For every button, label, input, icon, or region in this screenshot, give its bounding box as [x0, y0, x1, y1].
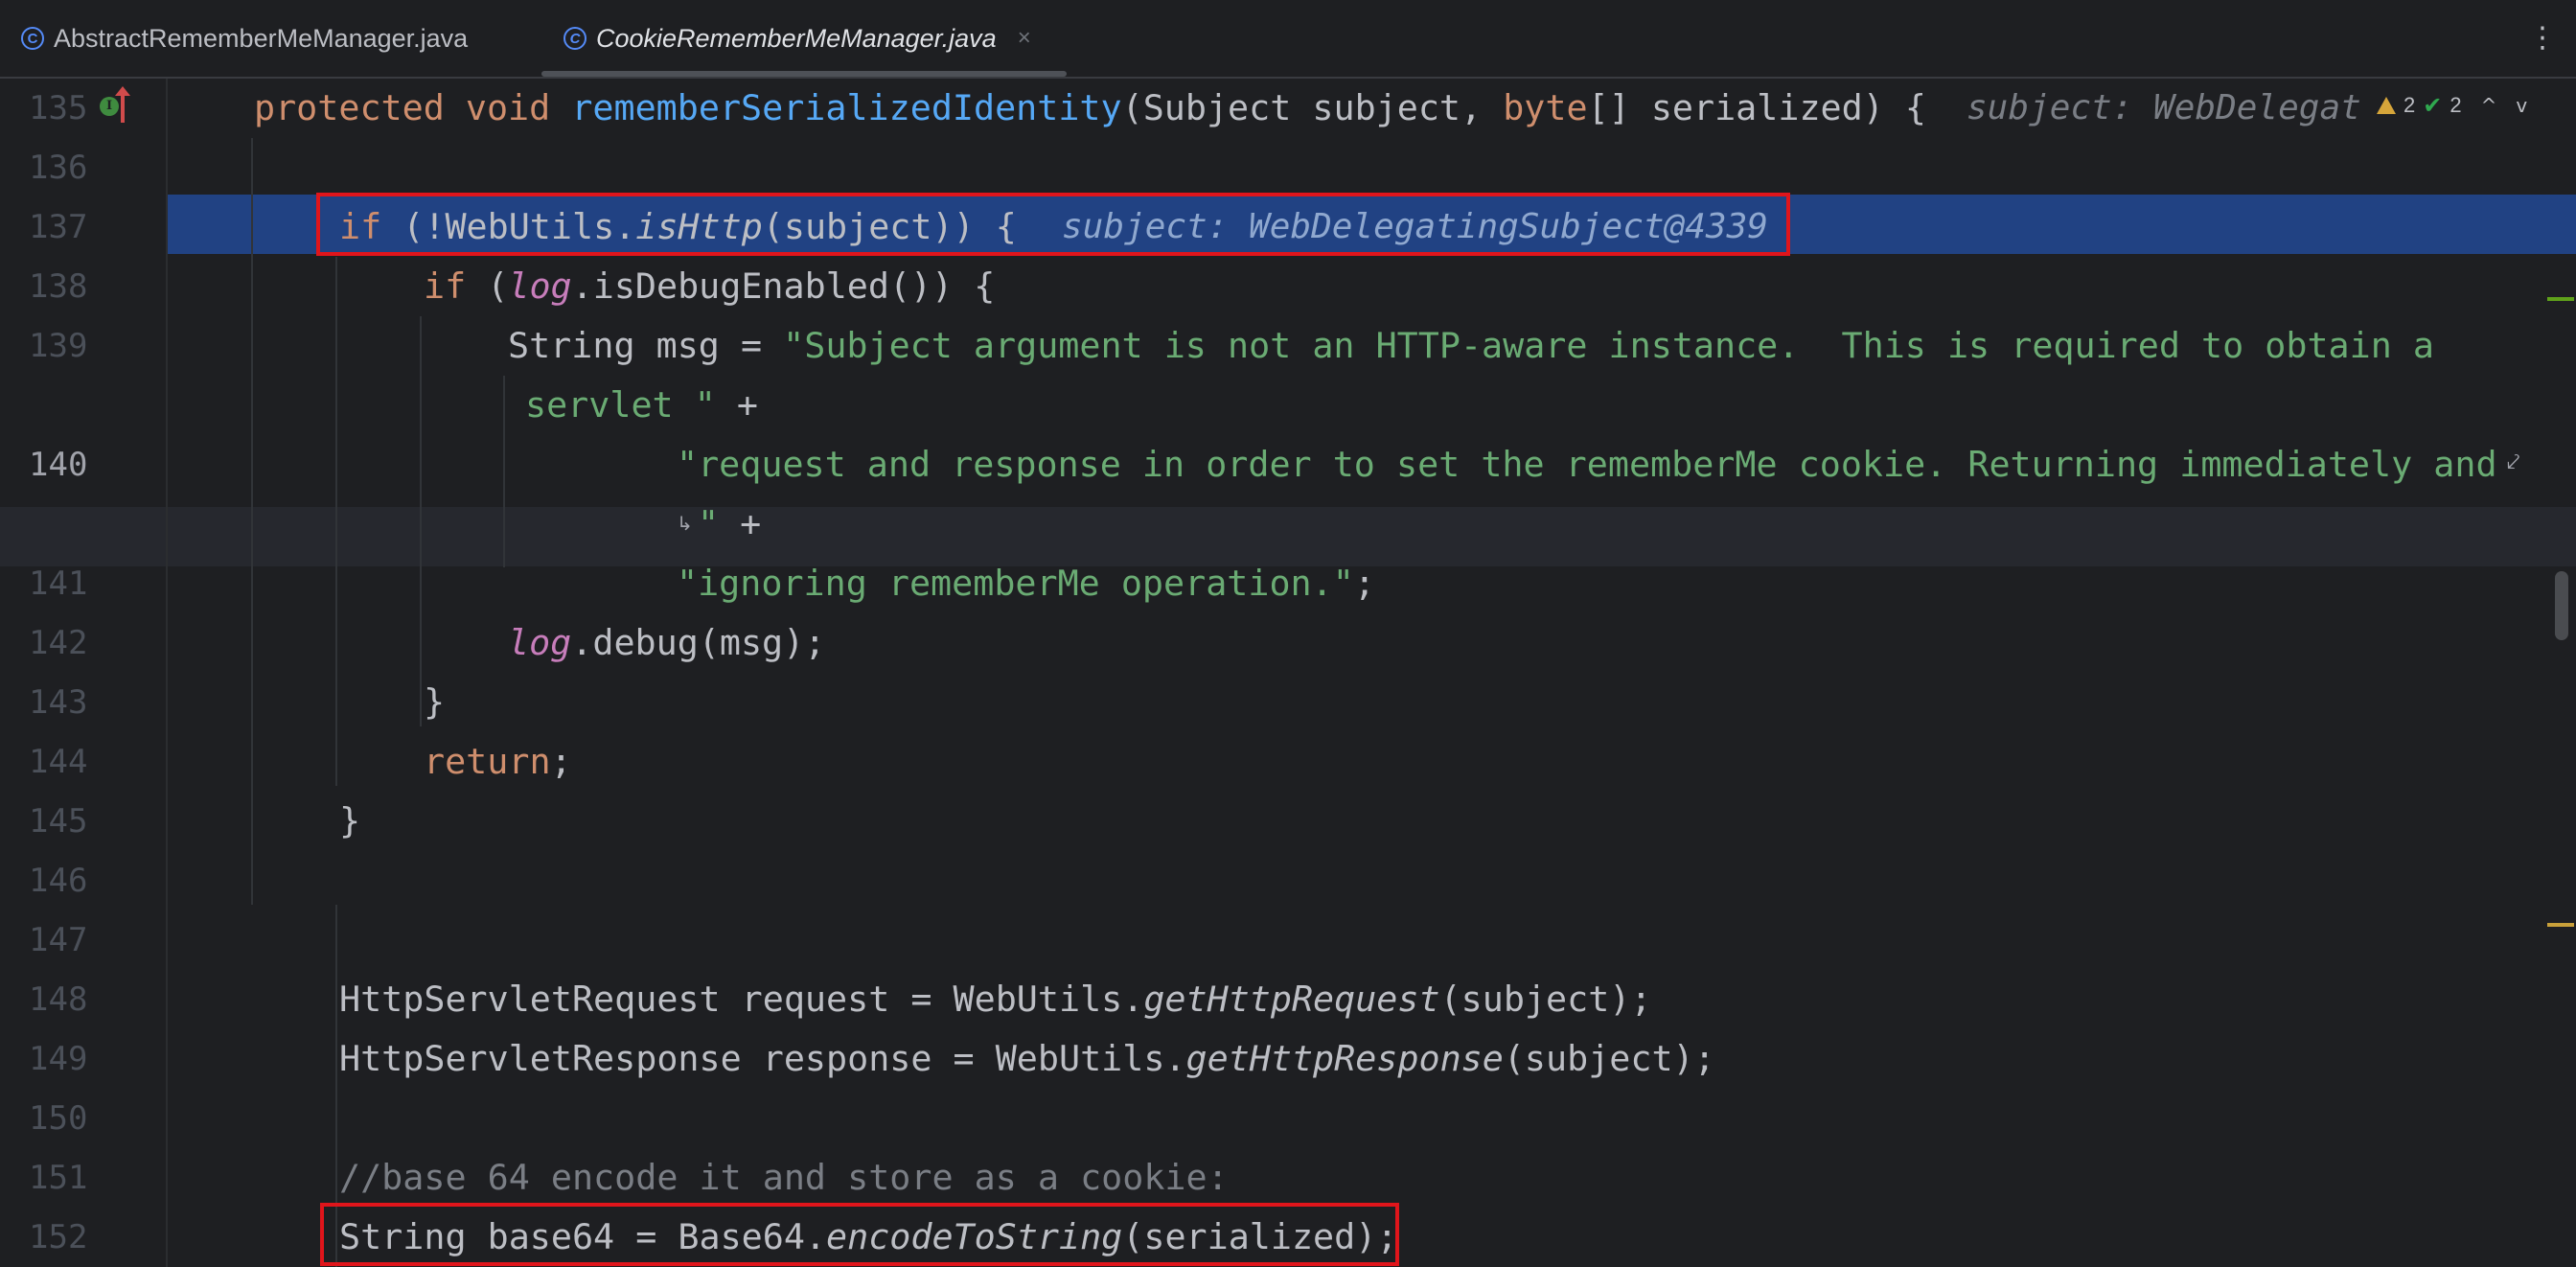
weak-warning-count: 2	[2450, 93, 2462, 117]
static-method-call: getHttpResponse	[1185, 1038, 1504, 1079]
warning-count: 2	[2404, 93, 2416, 117]
code-line-144[interactable]: 144 return;	[0, 732, 2576, 792]
code-text: +	[715, 384, 758, 426]
code-text: }	[424, 681, 446, 723]
code-line-135[interactable]: 135 protected void rememberSerializedIde…	[0, 79, 2576, 138]
method-name: rememberSerializedIdentity	[571, 87, 1122, 128]
code-editor[interactable]: 135 protected void rememberSerializedIde…	[0, 79, 2576, 1267]
soft-wrap-icon: ⤦	[2507, 449, 2520, 475]
code-text: (subject);	[1439, 979, 1652, 1020]
code-line-141[interactable]: 141 "ignoring rememberMe operation.";	[0, 554, 2576, 613]
keyword: if	[424, 265, 467, 307]
code-text: (Subject subject,	[1121, 87, 1504, 128]
keyword: protected void	[254, 87, 572, 128]
line-number[interactable]: 149	[29, 1029, 92, 1089]
tab-label: AbstractRememberMeManager.java	[54, 23, 469, 53]
code-line-145[interactable]: 145 }	[0, 792, 2576, 851]
code-line-151[interactable]: 151 //base 64 encode it and store as a c…	[0, 1148, 2576, 1208]
line-number[interactable]: 136	[29, 138, 92, 197]
more-options-icon[interactable]: ⋮	[2528, 23, 2557, 54]
line-number[interactable]: 147	[29, 910, 92, 970]
string-literal: "ignoring rememberMe operation."	[677, 563, 1354, 604]
line-number[interactable]: 146	[29, 851, 92, 910]
line-number[interactable]: 151	[29, 1148, 92, 1208]
code-line-148[interactable]: 148 HttpServletRequest request = WebUtil…	[0, 970, 2576, 1029]
code-line-139[interactable]: 139 String msg = "Subject argument is no…	[0, 316, 2576, 376]
line-number[interactable]: 152	[29, 1208, 92, 1267]
code-line-139-wrap[interactable]: servlet " +	[0, 376, 2576, 435]
line-number[interactable]: 142	[29, 613, 92, 673]
editor-tab-bar: C AbstractRememberMeManager.java C Cooki…	[0, 0, 2576, 79]
line-number[interactable]: 138	[29, 257, 92, 316]
tab-label: CookieRememberMeManager.java	[596, 23, 997, 53]
keyword: byte	[1503, 87, 1588, 128]
implements-method-icon[interactable]: I	[100, 97, 119, 116]
code-line-136[interactable]: 136	[0, 138, 2576, 197]
overrides-up-arrow-icon[interactable]	[115, 86, 130, 123]
line-number[interactable]: 145	[29, 792, 92, 851]
code-text: HttpServletRequest request = WebUtils.	[339, 979, 1144, 1020]
code-text: }	[339, 800, 361, 841]
vertical-scrollbar-thumb[interactable]	[2555, 571, 2568, 640]
annotation-box-if-isHttp	[316, 193, 1790, 256]
code-line-149[interactable]: 149 HttpServletResponse response = WebUt…	[0, 1029, 2576, 1089]
inspection-widget[interactable]: 2 ✔ 2 ^ v	[2377, 86, 2527, 125]
code-line-150[interactable]: 150	[0, 1089, 2576, 1148]
keyword: return	[424, 741, 551, 782]
tab-cookie-remember-me-manager[interactable]: C CookieRememberMeManager.java ×	[564, 0, 1031, 77]
code-text: ;	[550, 741, 572, 782]
inline-debug-value: subject: WebDelegat	[1966, 88, 2361, 127]
code-text: (subject);	[1503, 1038, 1715, 1079]
line-number[interactable]: 150	[29, 1089, 92, 1148]
line-number[interactable]: 148	[29, 970, 92, 1029]
code-text: +	[719, 503, 762, 544]
line-number[interactable]: 139	[29, 316, 92, 376]
java-class-icon: C	[21, 27, 44, 50]
code-line-138[interactable]: 138 if (log.isDebugEnabled()) {	[0, 257, 2576, 316]
code-line-143[interactable]: 143 }	[0, 673, 2576, 732]
soft-wrap-continuation-icon: ↳	[677, 512, 693, 535]
change-marker-added[interactable]	[2547, 297, 2574, 301]
next-highlight-icon[interactable]: v	[2516, 94, 2527, 117]
code-line-140-wrap[interactable]: ↳ " +	[0, 495, 2576, 554]
code-text: .debug(msg);	[571, 622, 826, 663]
code-line-142[interactable]: 142 log.debug(msg);	[0, 613, 2576, 673]
string-literal: "Subject argument is not an HTTP-aware i…	[783, 325, 2434, 366]
line-number[interactable]: 135	[29, 79, 92, 138]
string-literal: "request and response in order to set th…	[677, 444, 2497, 485]
annotation-box-base64-encode	[320, 1203, 1399, 1266]
warning-icon	[2377, 97, 2396, 114]
java-class-icon: C	[564, 27, 586, 50]
code-text: HttpServletResponse response = WebUtils.	[339, 1038, 1186, 1079]
code-line-147[interactable]: 147	[0, 910, 2576, 970]
tab-abstract-remember-me-manager[interactable]: C AbstractRememberMeManager.java	[21, 0, 468, 77]
previous-highlight-icon[interactable]: ^	[2481, 94, 2497, 117]
comment: //base 64 encode it and store as a cooki…	[339, 1157, 1229, 1198]
code-text: [] serialized) {	[1587, 87, 1926, 128]
code-line-146[interactable]: 146	[0, 851, 2576, 910]
line-number[interactable]: 144	[29, 732, 92, 792]
line-number[interactable]: 141	[29, 554, 92, 613]
code-text: ;	[1353, 563, 1375, 604]
line-number[interactable]: 140	[29, 435, 92, 495]
weak-warning-check-icon: ✔	[2423, 92, 2443, 119]
close-icon[interactable]: ×	[1018, 25, 1031, 52]
static-method-call: getHttpRequest	[1143, 979, 1440, 1020]
active-tab-indicator	[541, 71, 1067, 77]
string-literal: "	[698, 503, 720, 544]
code-text: (	[466, 265, 509, 307]
static-field: log	[508, 622, 572, 663]
code-text: String msg =	[508, 325, 784, 366]
line-number[interactable]: 137	[29, 197, 92, 257]
line-number[interactable]: 143	[29, 673, 92, 732]
code-text: .isDebugEnabled()) {	[571, 265, 996, 307]
gutter-separator	[166, 79, 168, 1267]
code-line-140[interactable]: 140 "request and response in order to se…	[0, 435, 2576, 495]
warning-marker[interactable]	[2547, 923, 2574, 927]
static-field: log	[508, 265, 572, 307]
string-literal: servlet "	[525, 384, 716, 426]
